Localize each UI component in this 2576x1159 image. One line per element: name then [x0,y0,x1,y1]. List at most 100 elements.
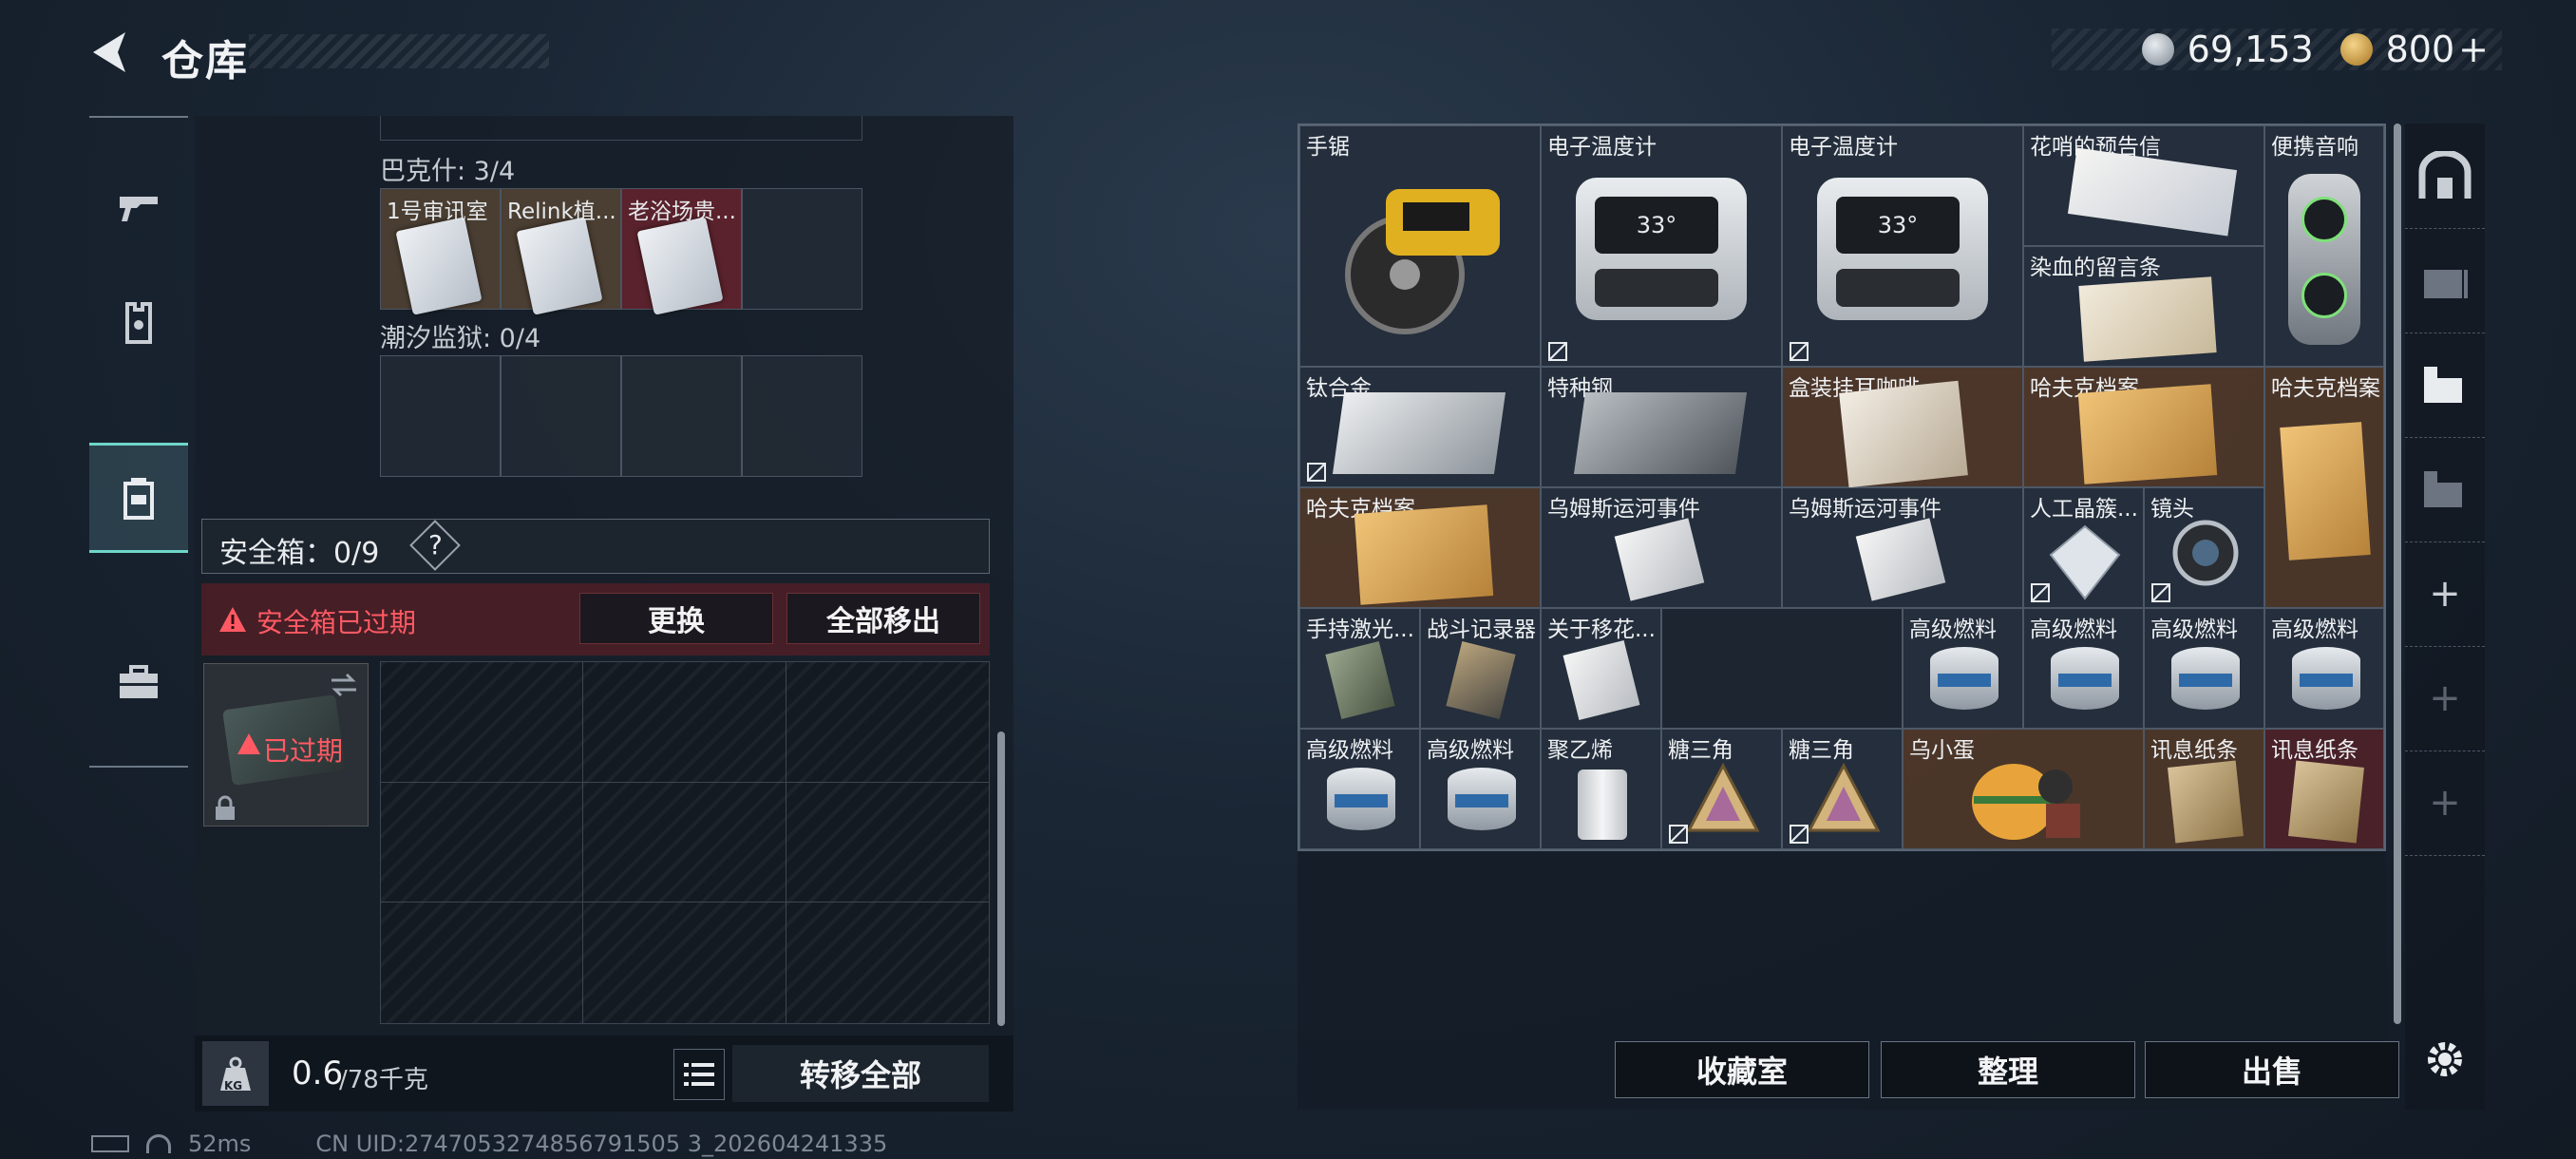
non-tradeable-icon [1307,463,1326,482]
expired-warning-bar: 安全箱已过期 更换 全部移出 [201,583,990,656]
item-advanced-fuel-3[interactable]: 高级燃料 [2144,608,2264,729]
replace-button[interactable]: 更换 [579,593,773,644]
item-advanced-fuel-1[interactable]: 高级燃料 [1903,608,2023,729]
item-fancy-letter[interactable]: 花哨的预告信 [2023,125,2264,246]
bakesh-item-2[interactable]: Relink植... [501,188,621,315]
item-advanced-fuel-2[interactable]: 高级燃料 [2023,608,2144,729]
add-tab-button-3[interactable]: + [2405,750,2485,856]
tide-slot[interactable] [380,355,501,477]
gear-icon [2428,1042,2462,1076]
expired-label: 已过期 [263,735,344,767]
add-currency-button[interactable]: + [2458,28,2489,70]
tide-slot[interactable] [621,355,742,477]
item-candy-triangle-2[interactable]: 糖三角 [1782,729,1903,849]
letter-icon [2067,147,2238,237]
non-tradeable-icon [2151,583,2170,602]
item-boxed-coffee[interactable]: 盒装挂耳咖啡 [1782,367,2023,488]
non-tradeable-icon [1790,342,1809,361]
keycard-icon [516,217,603,315]
circular-saw-icon [1345,189,1500,334]
transfer-all-button[interactable]: 转移全部 [732,1045,989,1102]
item-thermometer-2[interactable]: 电子温度计 33° [1782,125,2023,367]
safe-box-tile[interactable]: 已过期 [203,663,369,826]
tide-slot[interactable] [501,355,621,477]
nav-equipment[interactable] [89,270,188,374]
item-label: 糖三角 [1668,738,1733,763]
section-bakesh-label: 巴克什: 3/4 [380,157,516,186]
bakesh-empty-slot[interactable] [742,188,862,310]
tide-slot[interactable] [742,355,862,477]
crystal-icon [2049,524,2121,600]
item-bloody-note[interactable]: 染血的留言条 [2023,246,2264,367]
left-scrollbar[interactable] [997,732,1005,1026]
gun-icon [120,197,158,221]
empty-slot[interactable] [1661,608,1903,729]
nav-case[interactable] [89,631,188,735]
gold-coin-amount: 800 [2385,28,2455,70]
metal-bar-icon [1573,392,1748,474]
item-combat-recorder[interactable]: 战斗记录器 [1420,608,1541,729]
item-advanced-fuel-5[interactable]: 高级燃料 [1299,729,1420,849]
item-label: 哈夫克档案 [2271,376,2380,401]
warehouse-icon [2418,151,2472,199]
weight-icon-text: KG [224,1079,243,1092]
item-haffk-archive-3[interactable]: 哈夫克档案 [1299,487,1541,608]
paper-icon [2288,760,2364,844]
fuel-can-icon [1327,768,1395,830]
storage-scrollbar[interactable] [2394,124,2401,1024]
item-label: 电子温度计 [1547,135,1657,160]
item-special-steel[interactable]: 特种钢 [1541,367,1782,487]
bakesh-item-3[interactable]: 老浴场贵... [621,188,742,315]
item-advanced-fuel-6[interactable]: 高级燃料 [1420,729,1541,849]
container-icon [123,478,154,520]
item-about-transplant[interactable]: 关于移花... [1541,608,1661,729]
item-message-note-1[interactable]: 讯息纸条 [2144,729,2264,849]
settings-button[interactable] [2405,1007,2485,1112]
safe-box-slots[interactable] [380,661,990,1024]
roll-icon [1578,770,1627,840]
add-tab-button-1[interactable]: + [2405,542,2485,647]
item-canal-event-2[interactable]: 乌姆斯运河事件 [1782,487,2023,608]
item-portable-speaker[interactable]: 便携音响 [2264,125,2384,367]
item-label: 染血的留言条 [2030,256,2161,280]
remove-all-button[interactable]: 全部移出 [786,593,980,644]
item-titanium[interactable]: 钛合金 [1299,367,1541,487]
item-advanced-fuel-4[interactable]: 高级燃料 [2264,608,2384,729]
briefcase-icon [120,665,158,698]
item-hand-saw[interactable]: 手锯 [1299,125,1541,367]
item-label: 关于移花... [1547,618,1656,642]
tab-storage-4[interactable] [2405,228,2485,333]
bakesh-grid: 1号审讯室 Relink植... 老浴场贵... [380,188,862,315]
item-haffk-archive-2[interactable]: 哈夫克档案 [2264,367,2384,608]
item-label: 高级燃料 [2150,618,2238,642]
item-haffk-archive-1[interactable]: 哈夫克档案 [2023,367,2264,487]
bakesh-item-1[interactable]: 1号审讯室 [380,188,501,315]
item-artificial-crystal[interactable]: 人工晶簇... [2023,487,2144,608]
swap-icon[interactable] [328,672,360,698]
list-view-button[interactable] [673,1049,725,1100]
item-candy-triangle-1[interactable]: 糖三角 [1661,729,1782,849]
item-canal-event-1[interactable]: 乌姆斯运河事件 [1541,487,1782,608]
weight-max: /78千克 [339,1066,428,1094]
tab-storage-main[interactable] [2405,124,2485,229]
document-icon [1563,640,1640,720]
nav-container[interactable] [89,443,188,553]
collection-room-button[interactable]: 收藏室 [1615,1041,1869,1098]
tab-storage-3[interactable] [2405,332,2485,438]
sell-button[interactable]: 出售 [2145,1041,2399,1098]
item-polyethylene[interactable]: 聚乙烯 [1541,729,1661,849]
add-tab-button-2[interactable]: + [2405,646,2485,751]
sort-button[interactable]: 整理 [1881,1041,2135,1098]
silver-coin-amount: 69,153 [2187,28,2314,70]
item-lens[interactable]: 镜头 [2144,487,2264,608]
item-message-note-2[interactable]: 讯息纸条 [2264,729,2384,849]
tide-prison-grid [380,355,862,477]
item-handheld-laser[interactable]: 手持激光... [1299,608,1420,729]
back-icon[interactable] [87,28,135,76]
tab-storage-2[interactable] [2405,437,2485,542]
nav-weapons[interactable] [89,156,188,260]
item-thermometer-1[interactable]: 电子温度计 33° [1541,125,1782,367]
triangle-icon [1807,762,1881,832]
item-little-egg[interactable]: 乌小蛋 [1903,729,2144,849]
recorder-icon [1446,641,1516,719]
